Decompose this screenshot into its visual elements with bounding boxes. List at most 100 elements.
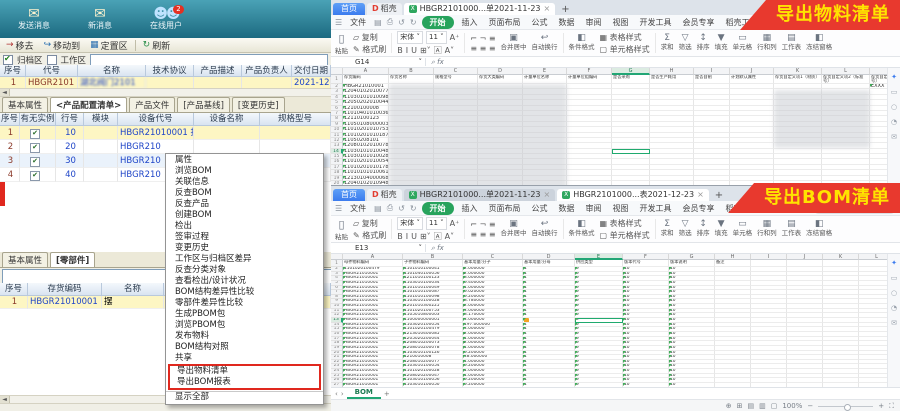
panel-icon[interactable]: ▭ bbox=[891, 274, 898, 282]
paste-button[interactable]: ▯粘贴 bbox=[335, 32, 348, 55]
menu-开发工具[interactable]: 开发工具 bbox=[637, 17, 675, 28]
conditional-format-button[interactable]: ◧条件格式 bbox=[569, 220, 595, 237]
name-box-dropdown-icon[interactable]: ˅ bbox=[419, 58, 423, 66]
conditional-format-button[interactable]: ◧条件格式 bbox=[569, 34, 595, 51]
column-header-H[interactable]: H bbox=[650, 68, 694, 75]
cell-F27[interactable]: 10 bbox=[623, 383, 669, 387]
assistant-icon[interactable]: ✦ bbox=[891, 73, 897, 81]
hamburger-icon[interactable]: ☰ bbox=[335, 204, 342, 213]
tool-求和[interactable]: Σ求和 bbox=[661, 34, 674, 51]
column-header-F[interactable]: F bbox=[567, 68, 612, 75]
table-cell[interactable]: ✔ bbox=[20, 168, 56, 182]
panel-icon[interactable]: ▭ bbox=[891, 88, 898, 96]
menu-开始[interactable]: 开始 bbox=[422, 202, 454, 215]
font-color-button[interactable]: A˅ bbox=[445, 46, 454, 55]
align-bottom-buttons[interactable]: ≡ ≡ ≡ bbox=[470, 230, 495, 239]
assistant-icon[interactable]: ✦ bbox=[891, 259, 897, 267]
cell-I1[interactable] bbox=[751, 260, 787, 267]
circle-icon[interactable]: ○ bbox=[891, 103, 897, 111]
name-box-dropdown-icon[interactable]: ˅ bbox=[419, 244, 423, 252]
clock-icon[interactable]: ◔ bbox=[891, 304, 897, 312]
select-all-corner[interactable] bbox=[331, 68, 343, 75]
column-header-E[interactable]: E bbox=[523, 68, 567, 75]
new-tab-button[interactable]: + bbox=[557, 4, 573, 15]
context-menu-item[interactable]: 生成PBOM包 bbox=[166, 309, 323, 320]
table-style-button[interactable]: ▦ 表格样式 bbox=[600, 32, 650, 43]
save-icon[interactable]: ▤ bbox=[374, 204, 382, 213]
tool-工作表[interactable]: ▤工作表 bbox=[782, 220, 802, 237]
mail-icon[interactable]: ✉ bbox=[891, 319, 897, 327]
font-name-select[interactable]: 宋体 ˅ bbox=[397, 217, 423, 230]
new-tab-button[interactable]: + bbox=[711, 190, 727, 201]
table-cell[interactable]: 2021-12-31 bbox=[292, 77, 331, 88]
table-row[interactable]: 2✔20HBGR210 bbox=[0, 140, 331, 154]
table-cell[interactable] bbox=[260, 126, 331, 140]
product-table-hscrollbar[interactable]: ◄ bbox=[0, 88, 331, 97]
menu-会员专享[interactable]: 会员专享 bbox=[680, 203, 718, 214]
paste-button[interactable]: ▯粘贴 bbox=[335, 218, 348, 241]
plm-toolbar-button-new-message[interactable]: ✉新消息 bbox=[74, 7, 126, 31]
document-tab[interactable]: XHBGR2101000...单2021-11-23× bbox=[404, 189, 556, 201]
context-menu-item[interactable]: 导出BOM报表 bbox=[170, 377, 319, 388]
redo-icon[interactable]: ↻ bbox=[410, 204, 417, 213]
menu-开发工具[interactable]: 开发工具 bbox=[637, 203, 675, 214]
cell-E1[interactable]: 供应类型 bbox=[575, 260, 623, 267]
table-cell[interactable]: 2 bbox=[0, 140, 20, 154]
table-style-button[interactable]: ▦ 表格样式 bbox=[600, 218, 650, 229]
tool-填充[interactable]: ▼填充 bbox=[715, 34, 728, 51]
hamburger-icon[interactable]: ☰ bbox=[335, 18, 342, 27]
context-menu-item[interactable]: 创建BOM bbox=[166, 210, 323, 221]
document-tab[interactable]: XHBGR2101000...单2021-11-23× bbox=[404, 3, 556, 15]
menu-页面布局[interactable]: 页面布局 bbox=[486, 203, 524, 214]
zoom-out-button[interactable]: − bbox=[807, 402, 813, 410]
merge-center-button[interactable]: ▣合并居中 bbox=[501, 34, 527, 51]
column-header-A[interactable]: A bbox=[343, 68, 389, 75]
fullscreen-icon[interactable]: ⛶ bbox=[889, 402, 894, 411]
tab-home[interactable]: 首页 bbox=[333, 189, 365, 201]
tab-close-icon[interactable]: × bbox=[544, 3, 551, 15]
plm-button-remove[interactable]: →移去 bbox=[3, 39, 37, 52]
row-header-1[interactable]: 1 bbox=[331, 260, 343, 267]
tool-行和列[interactable]: ▦行和列 bbox=[757, 220, 777, 237]
table-cell[interactable]: 10 bbox=[56, 126, 84, 140]
copy-button[interactable]: ▱ 复制 bbox=[353, 32, 386, 43]
font-color-button[interactable]: A˅ bbox=[445, 232, 454, 241]
tab-main-2[interactable]: 产品文件 bbox=[129, 97, 175, 112]
clock-icon[interactable]: ◔ bbox=[891, 118, 897, 126]
table-cell[interactable] bbox=[260, 140, 331, 154]
tool-单元格[interactable]: ▭单元格 bbox=[733, 34, 753, 51]
cell-name-box[interactable]: G14˅ bbox=[331, 58, 426, 66]
table-cell[interactable] bbox=[84, 154, 118, 168]
align-bottom-buttons[interactable]: ≡ ≡ ≡ bbox=[470, 44, 495, 53]
cell-C1[interactable]: 基本用量:分子 bbox=[463, 260, 523, 267]
column-header-D[interactable]: D bbox=[478, 68, 523, 75]
row-header-1[interactable]: 1 bbox=[331, 75, 343, 84]
plm-toolbar-button-send-message[interactable]: ✉发送消息 bbox=[8, 7, 60, 31]
cell-K27[interactable] bbox=[823, 383, 859, 387]
menu-会员专享[interactable]: 会员专享 bbox=[680, 17, 718, 28]
file-menu[interactable]: 文件 bbox=[347, 17, 369, 28]
view-layout-icon[interactable]: ▤ bbox=[747, 402, 754, 410]
table-cell[interactable]: ✔ bbox=[20, 126, 56, 140]
copy-button[interactable]: ▱ 复制 bbox=[353, 218, 386, 229]
cell-H1[interactable]: 是否生产耗用 bbox=[650, 75, 694, 84]
cell-E1[interactable]: 计量单位名称 bbox=[523, 75, 567, 84]
cell-L27[interactable] bbox=[859, 383, 887, 387]
context-menu-item[interactable]: 反查分类对象 bbox=[166, 265, 323, 276]
table-row[interactable]: 1✔10HBGR21010001 摆 bbox=[0, 126, 331, 140]
tab-close-icon[interactable]: × bbox=[697, 189, 704, 201]
cell-H27[interactable] bbox=[715, 383, 751, 387]
menu-审阅[interactable]: 审阅 bbox=[583, 17, 605, 28]
context-menu-item[interactable]: 反查产品 bbox=[166, 199, 323, 210]
table-cell[interactable]: HBGR2101 bbox=[26, 77, 78, 88]
context-menu-item[interactable]: BOM结构对照 bbox=[166, 342, 323, 353]
table-cell[interactable]: 1 bbox=[0, 77, 26, 88]
menu-插入[interactable]: 插入 bbox=[459, 203, 481, 214]
context-menu-item[interactable]: 查看检出/设计状况 bbox=[166, 276, 323, 287]
grow-font-icon[interactable]: A⁺ bbox=[450, 33, 460, 42]
circle-icon[interactable]: ○ bbox=[891, 289, 897, 297]
tool-填充[interactable]: ▼填充 bbox=[715, 220, 728, 237]
redo-icon[interactable]: ↻ bbox=[410, 18, 417, 27]
font-name-select[interactable]: 宋体 ˅ bbox=[397, 31, 423, 44]
context-menu-item[interactable]: 零部件差异性比较 bbox=[166, 298, 323, 309]
